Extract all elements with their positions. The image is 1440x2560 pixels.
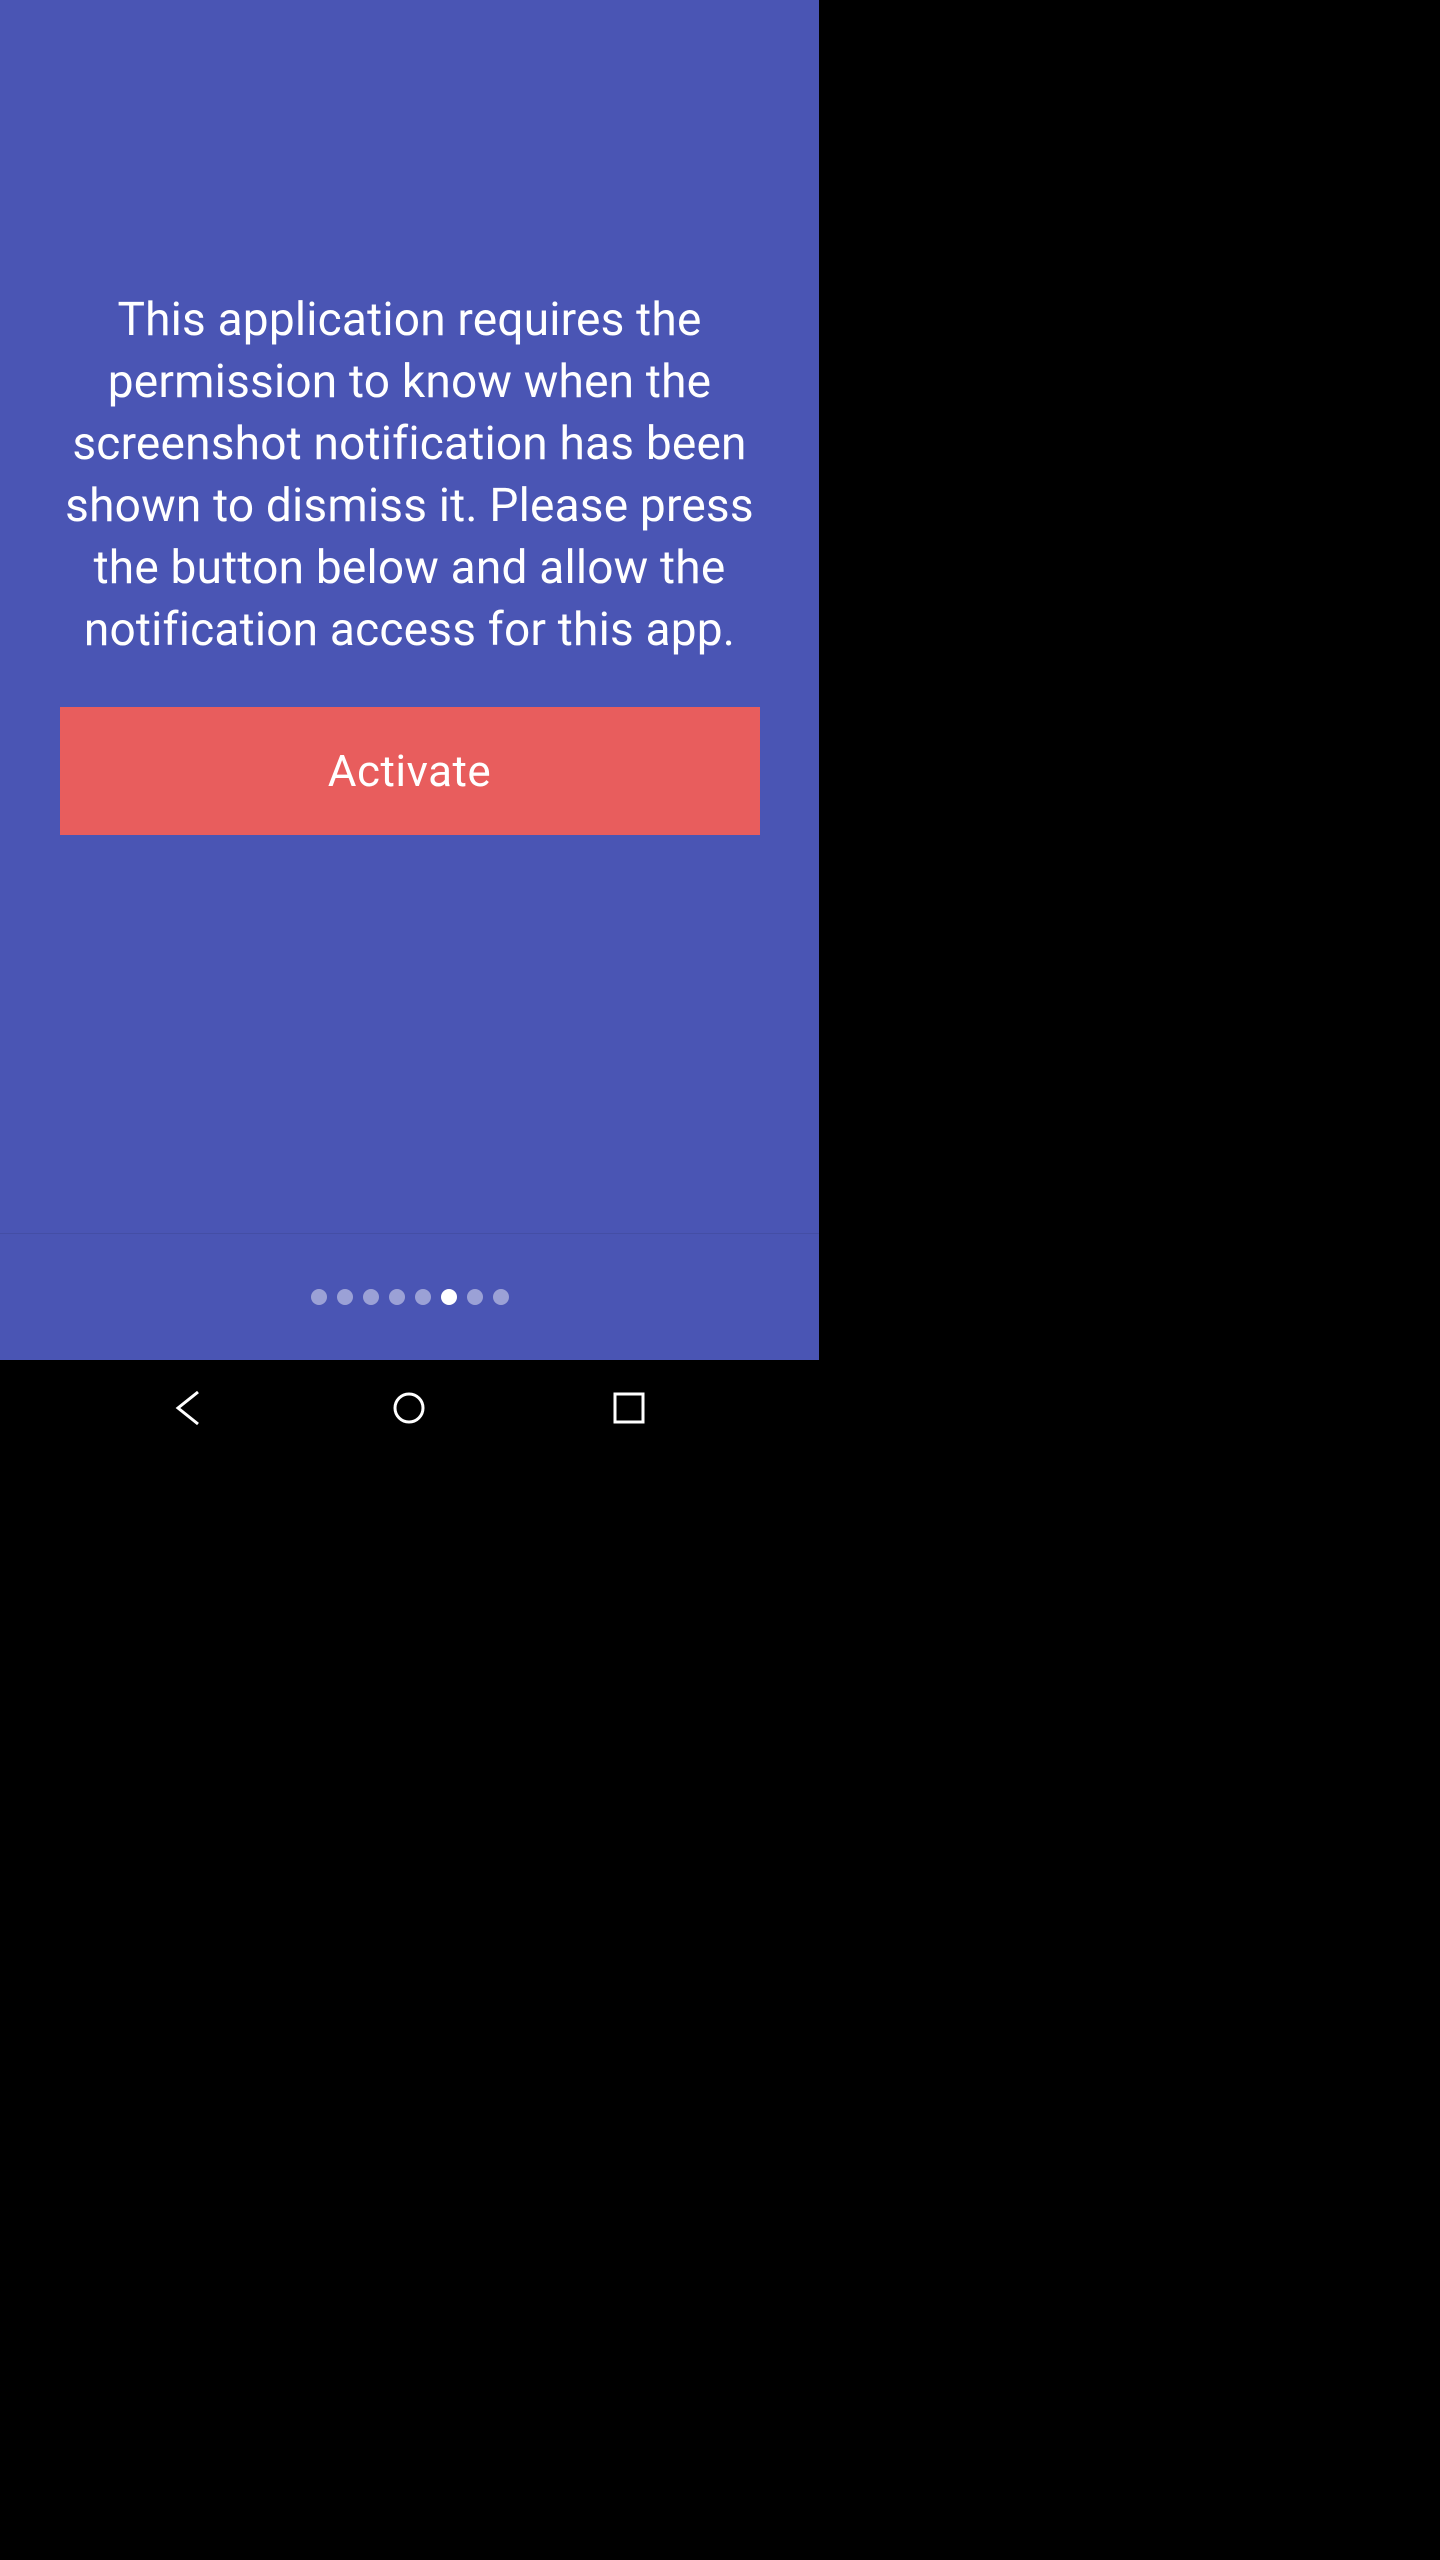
- pager-dot: [467, 1289, 483, 1305]
- back-icon[interactable]: [160, 1378, 220, 1438]
- pager-dot: [363, 1289, 379, 1305]
- app-screen: This application requires the permission…: [0, 0, 819, 1360]
- pager-dot: [493, 1289, 509, 1305]
- pager-dot: [415, 1289, 431, 1305]
- pager-dot: [311, 1289, 327, 1305]
- recent-apps-icon[interactable]: [599, 1378, 659, 1438]
- pager-dot: [337, 1289, 353, 1305]
- android-navbar: [0, 1360, 819, 1456]
- pager-dot: [389, 1289, 405, 1305]
- onboarding-content: This application requires the permission…: [0, 0, 819, 1233]
- permission-description: This application requires the permission…: [60, 289, 759, 661]
- page-indicator: [0, 1233, 819, 1360]
- pager-dot-active: [441, 1289, 457, 1305]
- home-icon[interactable]: [379, 1378, 439, 1438]
- activate-button[interactable]: Activate: [60, 707, 760, 835]
